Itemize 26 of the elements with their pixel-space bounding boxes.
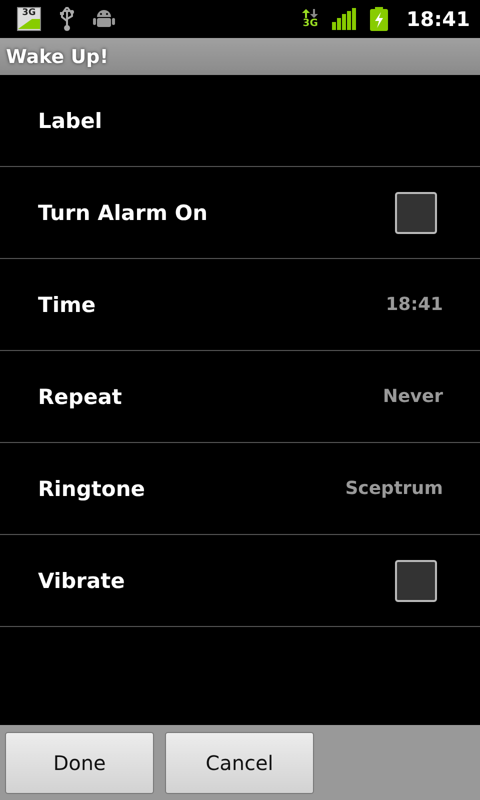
settings-row[interactable]: Ringtone Sceptrum [0, 443, 480, 535]
window-title: Wake Up! [6, 46, 108, 68]
settings-row[interactable]: Turn Alarm On [0, 167, 480, 259]
android-icon [93, 8, 115, 30]
setting-label: Ringtone [38, 476, 146, 500]
checkbox[interactable] [395, 192, 437, 234]
dialog-button[interactable]: Cancel [165, 732, 314, 794]
settings-row[interactable]: Vibrate [0, 535, 480, 627]
settings-row[interactable]: Label [0, 75, 480, 167]
setting-label: Turn Alarm On [38, 200, 208, 224]
usb-icon [59, 7, 75, 31]
sim-card-icon: 3G [17, 7, 41, 31]
checkbox[interactable] [395, 560, 437, 602]
signal-icon [332, 8, 356, 30]
setting-label: Vibrate [38, 568, 125, 592]
clock-time: 18:41 [406, 7, 470, 31]
setting-value: Sceptrum [345, 478, 443, 499]
dialog-button[interactable]: Done [5, 732, 154, 794]
battery-charging-icon [370, 7, 388, 31]
setting-label: Label [38, 108, 102, 132]
settings-row[interactable]: Time 18:41 [0, 259, 480, 351]
settings-row[interactable]: Repeat Never [0, 351, 480, 443]
setting-label: Time [38, 292, 96, 316]
setting-value: 18:41 [386, 294, 443, 315]
setting-label: Repeat [38, 384, 122, 408]
setting-value: Never [382, 386, 443, 407]
